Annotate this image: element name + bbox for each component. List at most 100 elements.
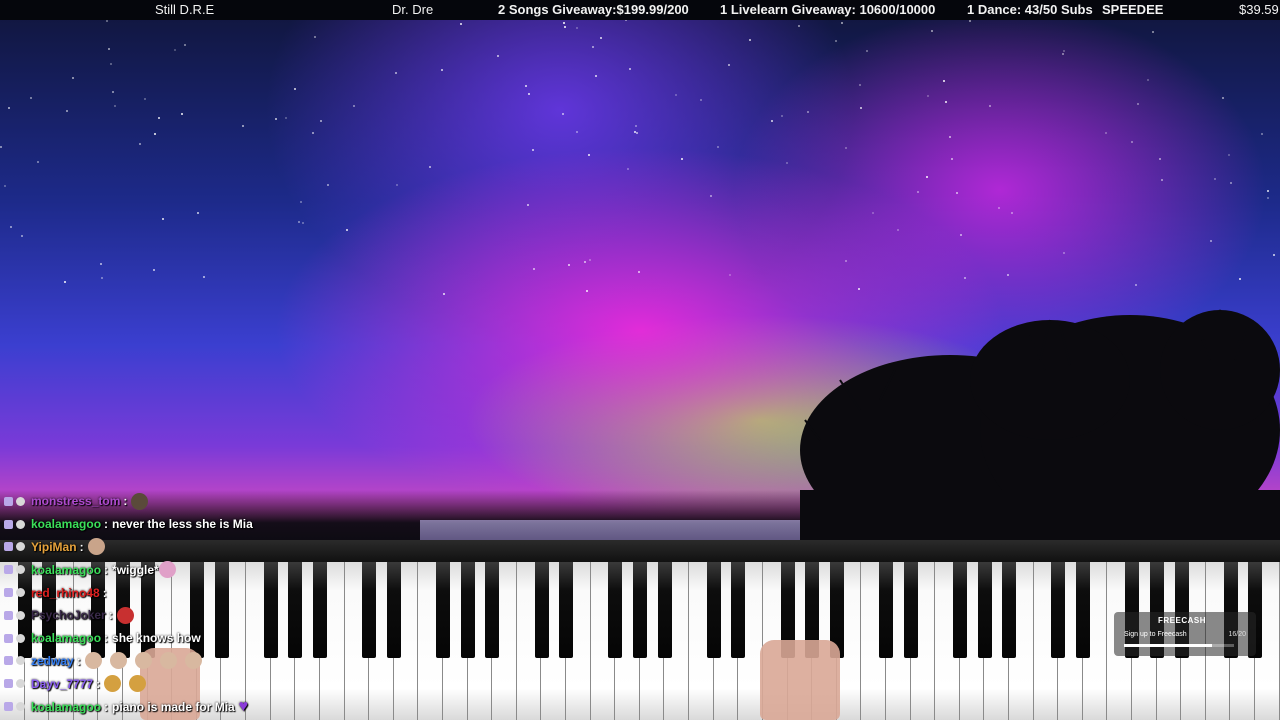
star: [636, 132, 638, 134]
chat-separator: :: [76, 653, 81, 668]
star: [969, 20, 971, 22]
chat-separator: :: [79, 539, 84, 554]
star: [845, 260, 847, 262]
star: [749, 39, 751, 41]
chat-separator: :: [104, 699, 109, 714]
star: [717, 146, 719, 148]
star: [314, 36, 316, 38]
chat-message: koalamagoo: never the less she is Mia: [4, 513, 334, 536]
star: [1267, 190, 1269, 192]
star: [1214, 178, 1216, 180]
dance-sub-goal: 1 Dance: 43/50 Subs: [967, 2, 1093, 17]
chat-username[interactable]: Dayv_7777: [31, 677, 93, 691]
star: [866, 50, 868, 52]
chat-badge-icon: [4, 519, 13, 529]
star: [1273, 254, 1275, 256]
star: [285, 117, 287, 119]
subscriber-badge-icon: [16, 633, 25, 643]
chat-badge-icon: [4, 496, 13, 506]
star: [562, 113, 564, 115]
black-key: [387, 562, 401, 658]
chat-username[interactable]: koalamagoo: [31, 700, 101, 714]
star: [1222, 97, 1224, 99]
black-key: [731, 562, 745, 658]
subscriber-badge-icon: [16, 542, 25, 552]
star: [112, 91, 114, 93]
star: [1267, 197, 1269, 199]
song-artist: Dr. Dre: [392, 2, 434, 17]
star: [72, 77, 74, 79]
tree-silhouette: [800, 309, 1280, 550]
chat-message: koalamagoo: she knows how: [4, 627, 334, 650]
chat-message: red_rhino48:: [4, 581, 334, 604]
star: [635, 125, 637, 127]
chat-separator: :: [108, 608, 113, 623]
chat-username[interactable]: koalamagoo: [31, 631, 101, 645]
star: [37, 161, 39, 163]
star: [396, 184, 398, 186]
star: [860, 107, 862, 109]
star: [302, 222, 304, 224]
star: [949, 136, 951, 138]
chat-username[interactable]: koalamagoo: [31, 517, 101, 531]
star: [312, 132, 314, 134]
star: [563, 22, 565, 24]
star: [926, 176, 928, 178]
chat-username[interactable]: zedway: [31, 654, 74, 668]
star: [528, 93, 530, 95]
red-face-emote-icon: [116, 606, 134, 624]
lion-emote-icon: [104, 675, 122, 693]
subscriber-badge-icon: [16, 656, 25, 666]
star: [110, 63, 112, 65]
star: [1230, 182, 1232, 184]
chat-username[interactable]: PsychoJoker: [31, 608, 106, 622]
chat-username[interactable]: monstress_tom: [31, 494, 120, 508]
star: [203, 276, 205, 278]
chat-username[interactable]: koalamagoo: [31, 563, 101, 577]
freecash-logo: FREECASH: [1158, 616, 1207, 625]
star: [184, 44, 186, 46]
star: [197, 212, 199, 214]
star: [681, 158, 683, 160]
star: [592, 46, 594, 48]
chat-badge-icon: [4, 656, 13, 666]
star: [66, 110, 68, 112]
freecash-signup-text: Sign up to Freecash: [1124, 631, 1187, 638]
freecash-count: 16/20: [1228, 631, 1246, 638]
star: [728, 64, 730, 66]
subscriber-badge-icon: [16, 519, 25, 529]
star: [395, 72, 397, 74]
livelearn-giveaway-goal: 1 Livelearn Giveaway: 10600/10000: [720, 2, 936, 17]
star: [441, 69, 443, 71]
face-emote-icon: [84, 652, 102, 670]
star: [327, 184, 329, 186]
star: [588, 154, 590, 156]
star: [0, 146, 2, 148]
star: [807, 111, 809, 113]
star: [629, 68, 631, 70]
star: [568, 264, 570, 266]
chat-username[interactable]: YipiMan: [31, 540, 77, 554]
black-key: [608, 562, 622, 658]
star: [586, 290, 588, 292]
right-hand: [760, 640, 840, 720]
chat-badge-icon: [4, 702, 13, 712]
star: [897, 229, 899, 231]
black-key: [707, 562, 721, 658]
face-emote-icon: [109, 652, 127, 670]
star: [158, 117, 160, 119]
black-key: [1051, 562, 1065, 658]
subscriber-badge-icon: [16, 496, 25, 506]
star: [275, 118, 277, 120]
star: [460, 23, 462, 25]
chat-badge-icon: [4, 633, 13, 643]
chat-badge-icon: [4, 565, 13, 575]
star: [443, 293, 445, 295]
chat-text: *wiggle*: [112, 562, 159, 577]
chat-username[interactable]: red_rhino48: [31, 586, 100, 600]
star: [153, 269, 155, 271]
subscriber-badge-icon: [16, 588, 25, 598]
chat-badge-icon: [4, 679, 13, 689]
star: [729, 274, 731, 276]
black-key: [904, 562, 918, 658]
